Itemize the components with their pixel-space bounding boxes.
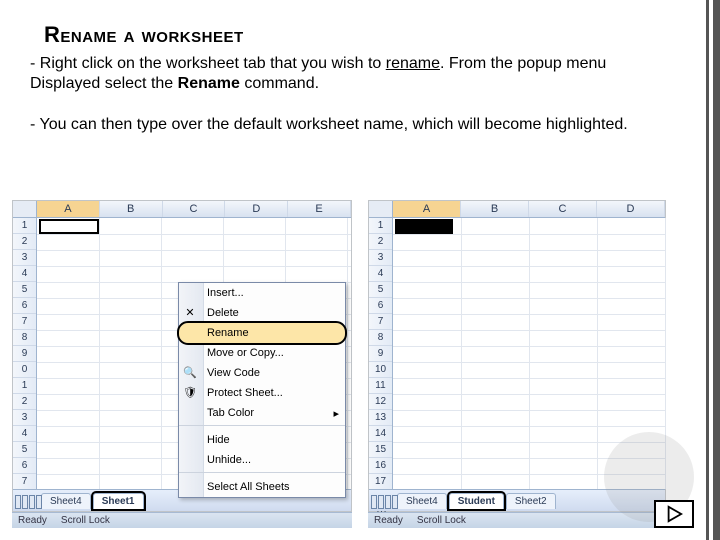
menu-item-rename[interactable]: Rename — [179, 323, 345, 343]
menu-icon: 🛡 — [183, 386, 197, 400]
status-mode: Ready — [374, 515, 403, 526]
play-icon — [665, 505, 683, 523]
row-headers: 12345678910111213141516171819 — [369, 218, 393, 489]
col-header[interactable]: D — [225, 201, 288, 217]
sheet-tab[interactable]: Sheet4 — [41, 493, 91, 509]
row-headers: 12345678901234567 — [13, 218, 37, 489]
tab-nav[interactable] — [371, 495, 398, 509]
text: - Right click on the worksheet tab that … — [30, 55, 386, 72]
submenu-arrow-icon: ▸ — [333, 407, 339, 420]
instruction-1: - Right click on the worksheet tab that … — [0, 52, 720, 95]
menu-label: View Code — [207, 367, 260, 379]
status-bar: Ready Scroll Lock — [12, 512, 352, 528]
menu-label: Delete — [207, 307, 239, 319]
row-header[interactable]: 13 — [369, 410, 392, 426]
row-header[interactable]: 12 — [369, 394, 392, 410]
row-header[interactable]: 16 — [369, 458, 392, 474]
row-header[interactable]: 1 — [13, 218, 36, 234]
status-bar: Ready Scroll Lock — [368, 512, 666, 528]
menu-item[interactable]: Move or Copy... — [179, 343, 345, 363]
row-header[interactable]: 4 — [13, 266, 36, 282]
row-header[interactable]: 5 — [13, 442, 36, 458]
row-header[interactable]: 7 — [369, 314, 392, 330]
row-header[interactable]: 8 — [369, 330, 392, 346]
menu-label: Rename — [207, 327, 249, 339]
row-header[interactable]: 2 — [13, 234, 36, 250]
row-header[interactable]: 2 — [369, 234, 392, 250]
menu-item[interactable]: Insert... — [179, 283, 345, 303]
row-header[interactable]: 5 — [369, 282, 392, 298]
row-header[interactable]: 6 — [369, 298, 392, 314]
menu-item[interactable]: Tab Color ▸ — [179, 403, 345, 423]
bold-word: Rename — [178, 75, 240, 92]
menu-icon: 🔍 — [183, 366, 197, 380]
row-header[interactable]: 6 — [13, 298, 36, 314]
row-header[interactable]: 15 — [369, 442, 392, 458]
select-all-corner[interactable] — [13, 201, 37, 217]
menu-label: Unhide... — [207, 454, 251, 466]
menu-label: Insert... — [207, 287, 244, 299]
status-extra: Scroll Lock — [61, 515, 110, 526]
row-header[interactable]: 11 — [369, 378, 392, 394]
next-button[interactable] — [654, 500, 694, 528]
menu-label: Hide — [207, 434, 230, 446]
page-title: Rename a worksheet — [0, 0, 720, 52]
row-header[interactable]: 9 — [369, 346, 392, 362]
col-header[interactable]: C — [163, 201, 226, 217]
menu-item[interactable]: ✕ Delete — [179, 303, 345, 323]
row-header[interactable]: 17 — [369, 474, 392, 490]
menu-label: Protect Sheet... — [207, 387, 283, 399]
col-header[interactable]: A — [393, 201, 461, 217]
row-header[interactable]: 3 — [369, 250, 392, 266]
active-cell[interactable] — [39, 219, 99, 234]
row-header[interactable]: 7 — [13, 314, 36, 330]
row-header[interactable]: 3 — [13, 410, 36, 426]
row-header[interactable]: 3 — [13, 250, 36, 266]
column-headers: A B C D E — [13, 201, 351, 218]
tab-nav[interactable] — [15, 495, 42, 509]
select-all-corner[interactable] — [369, 201, 393, 217]
col-header[interactable]: B — [461, 201, 529, 217]
row-header[interactable]: 4 — [13, 426, 36, 442]
column-headers: A B C D — [369, 201, 665, 218]
row-header[interactable]: 1 — [13, 378, 36, 394]
status-mode: Ready — [18, 515, 47, 526]
menu-label: Select All Sheets — [207, 481, 290, 493]
col-header[interactable]: C — [529, 201, 597, 217]
col-header[interactable]: B — [100, 201, 163, 217]
row-header[interactable]: 0 — [13, 362, 36, 378]
menu-item[interactable]: 🔍 View Code — [179, 363, 345, 383]
sheet-tab[interactable]: Sheet2 — [506, 493, 556, 509]
menu-item[interactable]: 🛡 Protect Sheet... — [179, 383, 345, 403]
menu-item[interactable]: Select All Sheets — [179, 477, 345, 497]
row-header[interactable]: 1 — [369, 218, 392, 234]
row-header[interactable]: 6 — [13, 458, 36, 474]
menu-item[interactable]: Hide — [179, 430, 345, 450]
menu-label: Tab Color — [207, 407, 254, 419]
row-header[interactable]: 2 — [13, 394, 36, 410]
row-header[interactable]: 8 — [13, 330, 36, 346]
row-header[interactable]: 14 — [369, 426, 392, 442]
sheet-tab-active[interactable]: Sheet1 — [93, 493, 144, 509]
context-menu: Insert... ✕ Delete Rename Move or Copy... 🔍 Vi… — [178, 282, 346, 498]
row-header[interactable]: 7 — [13, 474, 36, 490]
text: command. — [240, 75, 319, 92]
sheet-tab[interactable]: Sheet4 — [397, 493, 447, 509]
sheet-tab-editing[interactable]: Student — [449, 493, 504, 509]
row-header[interactable]: 4 — [369, 266, 392, 282]
active-cell-edit[interactable] — [395, 219, 453, 234]
col-header[interactable]: E — [288, 201, 351, 217]
slide-edge — [706, 0, 720, 540]
menu-icon: ✕ — [183, 306, 197, 320]
row-header[interactable]: 9 — [13, 346, 36, 362]
menu-item[interactable]: Unhide... — [179, 450, 345, 470]
col-header[interactable]: D — [597, 201, 665, 217]
col-header[interactable]: A — [37, 201, 100, 217]
menu-label: Move or Copy... — [207, 347, 284, 359]
row-header[interactable]: 5 — [13, 282, 36, 298]
instruction-2: - You can then type over the default wor… — [0, 113, 720, 135]
row-header[interactable]: 10 — [369, 362, 392, 378]
status-extra: Scroll Lock — [417, 515, 466, 526]
underlined-word: rename — [386, 55, 440, 72]
